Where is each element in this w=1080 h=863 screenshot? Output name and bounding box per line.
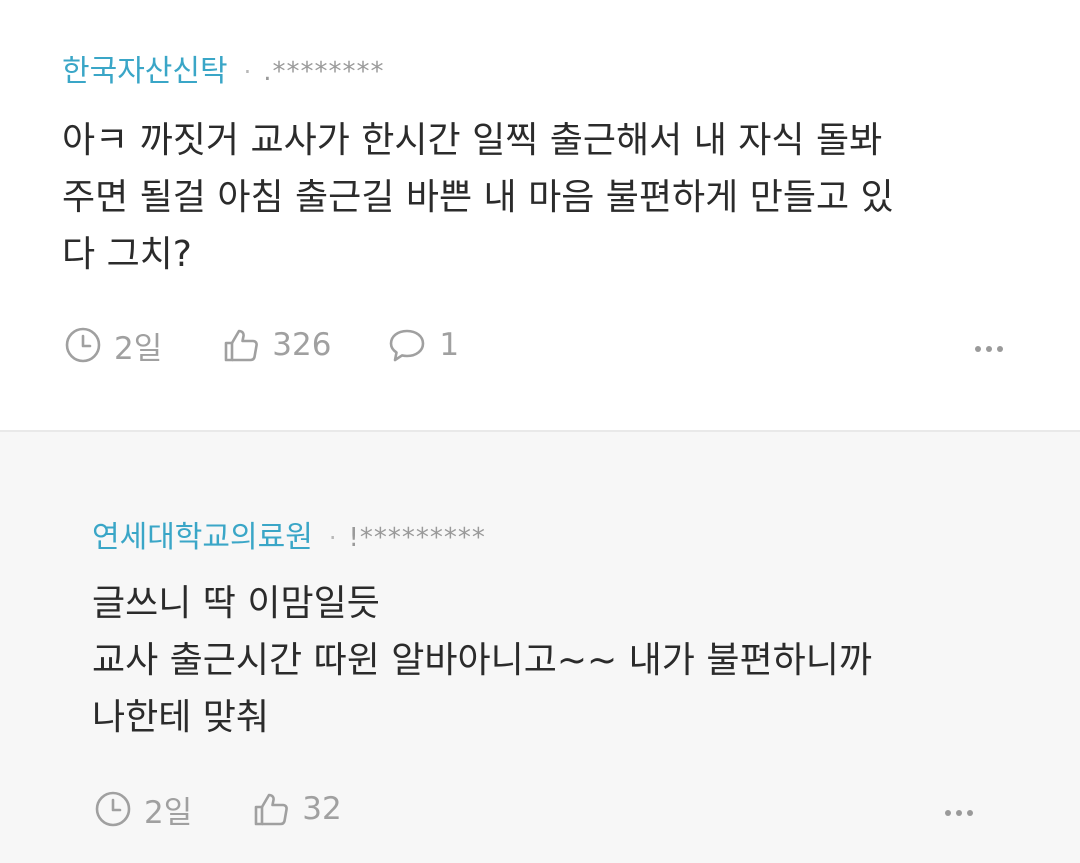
like-button[interactable]: 32	[252, 790, 342, 828]
comment-body-line: 다 그치?	[62, 234, 192, 275]
comment-body: 글쓰니 딱 이맘일듯 교사 출근시간 따윈 알바아니고~~ 내가 불편하니까 나…	[92, 575, 872, 746]
comment-body-line: 글쓰니 딱 이맘일듯	[92, 583, 380, 624]
like-button[interactable]: 326	[222, 326, 331, 364]
masked-user-id: .********	[263, 57, 385, 87]
comment-body-line: 교사 출근시간 따윈 알바아니고~~ 내가 불편하니까	[92, 640, 872, 681]
comment-body-line: 아ㅋ 까짓거 교사가 한시간 일찍 출근해서 내 자식 돌봐	[62, 120, 883, 161]
like-count: 326	[272, 327, 332, 363]
comment-actions: 2일 326 1	[64, 323, 459, 368]
more-dots-icon	[986, 346, 992, 352]
comment-meta: 연세대학교의료원 · !*********	[92, 518, 486, 558]
comment-body-line: 나한테 맞춰	[92, 697, 270, 738]
time-text: 2일	[114, 330, 163, 367]
reply-item: 연세대학교의료원 · !********* 글쓰니 딱 이맘일듯 교사 출근시간…	[0, 432, 1080, 863]
reply-count: 1	[439, 327, 460, 363]
comment-body-line: 주면 될걸 아침 출근길 바쁜 내 마음 불편하게 만들고 있	[62, 177, 894, 218]
time-indicator: 2일	[64, 323, 162, 368]
clock-icon	[65, 327, 101, 363]
thumbs-up-icon	[224, 329, 259, 362]
meta-separator: ·	[328, 524, 337, 552]
time-indicator: 2일	[94, 787, 192, 832]
more-options-button[interactable]	[975, 339, 1003, 359]
more-dots-icon	[956, 810, 962, 816]
reply-button[interactable]: 1	[387, 326, 459, 364]
more-dots-icon	[997, 346, 1003, 352]
comment-author[interactable]: 연세대학교의료원	[92, 518, 313, 558]
more-options-button[interactable]	[945, 803, 973, 823]
meta-separator: ·	[243, 58, 252, 86]
more-dots-icon	[967, 810, 973, 816]
comment-meta: 한국자산신탁 · .********	[62, 52, 385, 92]
clock-icon	[95, 791, 131, 827]
masked-user-id: !*********	[348, 523, 486, 553]
thumbs-up-icon	[254, 793, 289, 826]
comment-author[interactable]: 한국자산신탁	[62, 52, 228, 92]
like-count: 32	[302, 791, 342, 827]
time-text: 2일	[144, 794, 193, 831]
comment-item: 한국자산신탁 · .******** 아ㅋ 까짓거 교사가 한시간 일찍 출근해…	[0, 0, 1080, 430]
more-dots-icon	[975, 346, 981, 352]
comment-actions: 2일 32	[94, 787, 342, 832]
comment-body: 아ㅋ 까짓거 교사가 한시간 일찍 출근해서 내 자식 돌봐 주면 될걸 아침 …	[62, 112, 894, 283]
more-dots-icon	[945, 810, 951, 816]
speech-bubble-icon	[390, 329, 425, 362]
